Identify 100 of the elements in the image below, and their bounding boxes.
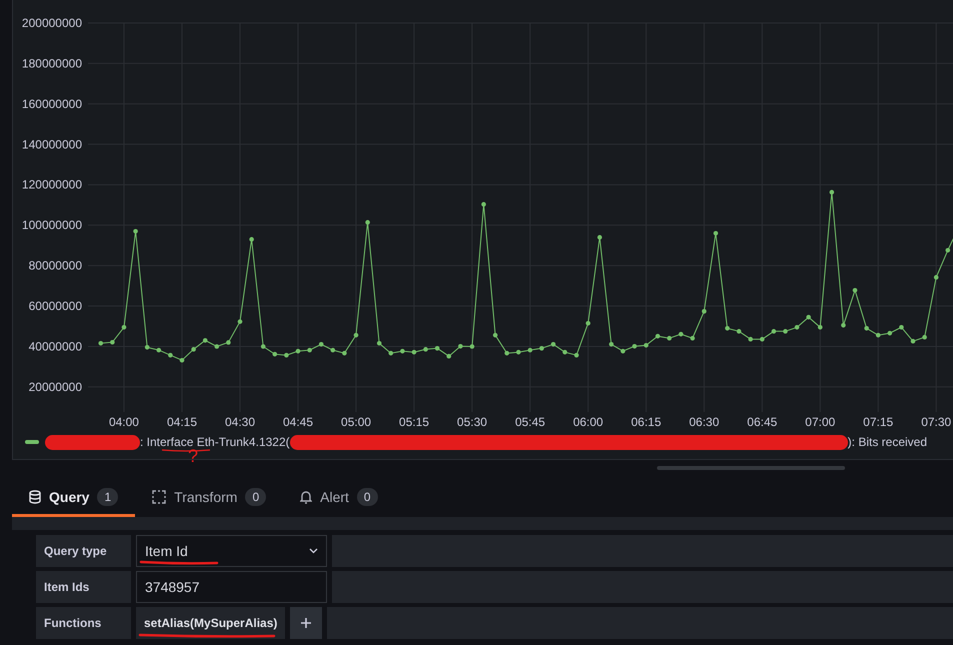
data-point [586, 320, 590, 326]
data-point [690, 336, 695, 340]
tab[interactable]: Alert 0 [283, 480, 395, 517]
row-label: Item Ids [36, 571, 131, 603]
data-point [876, 332, 880, 338]
x-axis-label: 07:00 [805, 415, 836, 429]
data-point [330, 348, 336, 352]
data-point [272, 352, 278, 356]
x-axis-label: 04:15 [166, 415, 197, 429]
data-point [794, 324, 800, 330]
data-point [620, 348, 626, 354]
data-point [655, 334, 660, 338]
y-axis-label: 160000000 [22, 96, 82, 111]
y-axis-label: 100000000 [22, 218, 82, 232]
data-point [841, 322, 846, 328]
data-point [910, 338, 916, 344]
data-point [667, 336, 672, 340]
data-point [423, 347, 428, 352]
data-point [354, 332, 358, 338]
x-axis-label: 06:45 [747, 415, 778, 429]
data-point [144, 345, 150, 350]
data-point [528, 348, 532, 352]
data-point [168, 352, 173, 358]
database-icon [29, 490, 41, 504]
data-point [922, 334, 927, 340]
data-point [156, 348, 162, 352]
data-point [934, 275, 938, 280]
data-point [562, 350, 568, 354]
data-point [852, 288, 858, 293]
data-point [214, 344, 220, 349]
data-point [307, 348, 312, 352]
data-point [574, 352, 579, 358]
data-point [678, 332, 684, 336]
data-point [249, 237, 254, 242]
y-axis-label: 60000000 [28, 299, 82, 314]
data-point [342, 350, 347, 356]
data-point [632, 344, 637, 349]
x-axis-label: 04:30 [225, 415, 256, 429]
data-point [434, 346, 440, 351]
data-point [122, 324, 126, 330]
data-point [365, 220, 370, 225]
data-point [504, 350, 510, 356]
x-axis-label: 04:00 [108, 415, 139, 429]
data-point [516, 350, 521, 354]
data-point [899, 324, 904, 330]
x-axis-label: 07:30 [921, 415, 952, 429]
data-point [864, 326, 869, 331]
data-point [388, 350, 394, 356]
data-point [783, 329, 788, 334]
x-axis-label: 07:15 [863, 415, 894, 429]
count-badge: 0 [245, 488, 266, 506]
data-point [736, 329, 742, 334]
data-point [946, 248, 950, 253]
add-function-button[interactable] [290, 607, 322, 639]
x-axis-label: 05:15 [399, 415, 430, 429]
chevron-down-icon [309, 548, 318, 554]
data-point [238, 319, 242, 324]
data-point [458, 344, 463, 349]
function-chip[interactable]: setAlias(MySuperAlias) [136, 607, 286, 639]
data-point [446, 354, 452, 358]
y-axis-label: 40000000 [28, 340, 82, 354]
y-axis-label: 140000000 [22, 137, 82, 152]
data-point [400, 348, 405, 354]
legend-label[interactable]: ): Bits received [848, 435, 928, 449]
x-axis-label: 06:00 [573, 415, 604, 429]
data-point [226, 340, 231, 345]
data-point [481, 202, 486, 207]
count-badge: 1 [97, 488, 118, 506]
tab[interactable]: Transform 0 [135, 480, 284, 517]
query-type-select[interactable]: Item Id [136, 535, 327, 567]
y-axis-label: 120000000 [22, 178, 82, 192]
bell-icon [300, 490, 312, 504]
data-point [748, 336, 753, 342]
y-axis-label: 80000000 [28, 258, 82, 273]
data-point [539, 346, 544, 351]
x-axis-label: 06:15 [631, 415, 662, 429]
x-axis-label: 05:00 [341, 415, 372, 429]
x-axis-label: 05:30 [457, 415, 488, 429]
data-point [829, 190, 834, 195]
input-field[interactable]: 3748957 [136, 571, 327, 603]
data-point [702, 309, 706, 314]
data-point [191, 347, 196, 352]
y-axis-label: 180000000 [22, 56, 82, 70]
scrollbar[interactable] [657, 466, 845, 470]
legend-label[interactable]: : Interface Eth-Trunk4.1322( [140, 435, 290, 449]
data-point [412, 350, 416, 354]
data-point [725, 326, 730, 331]
data-point [202, 338, 208, 343]
x-axis-label: 05:45 [515, 415, 546, 429]
data-point [492, 332, 498, 338]
transform-icon [152, 490, 166, 504]
data-point [296, 348, 300, 354]
data-point [888, 330, 892, 336]
data-point [318, 342, 324, 347]
data-point [470, 344, 474, 349]
row-label: Query type [36, 535, 131, 567]
data-point [180, 358, 184, 363]
y-axis-label: 20000000 [28, 380, 82, 394]
data-point [284, 352, 289, 358]
row-label: Functions [36, 607, 131, 639]
